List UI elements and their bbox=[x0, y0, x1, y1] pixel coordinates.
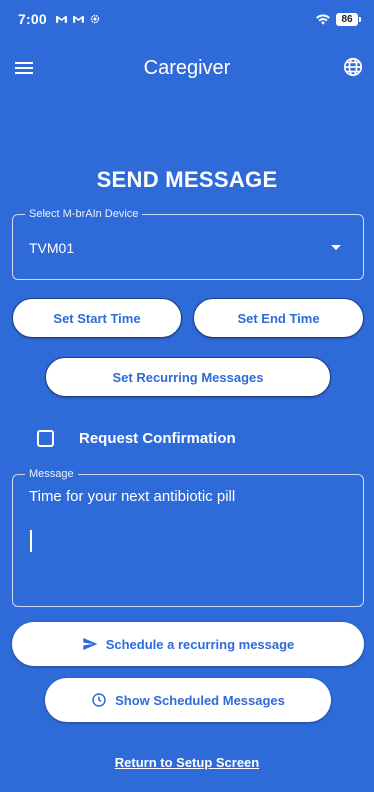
status-bar: 7:00 86 bbox=[0, 0, 374, 38]
status-time: 7:00 bbox=[18, 11, 47, 27]
dropdown-arrow-icon bbox=[331, 245, 341, 250]
gmail-icon bbox=[72, 13, 85, 26]
device-select-label: Select M-brAIn Device bbox=[25, 208, 143, 220]
battery-indicator: 86 bbox=[336, 12, 361, 26]
globe-icon[interactable] bbox=[342, 56, 366, 80]
hamburger-menu-icon[interactable] bbox=[12, 56, 36, 80]
gmail-icon bbox=[55, 13, 68, 26]
return-to-setup-link[interactable]: Return to Setup Screen bbox=[115, 755, 259, 770]
show-scheduled-messages-button[interactable]: Show Scheduled Messages bbox=[45, 678, 331, 722]
page-heading: SEND MESSAGE bbox=[96, 167, 278, 192]
schedule-recurring-message-button[interactable]: Schedule a recurring message bbox=[12, 622, 364, 666]
notification-icons bbox=[55, 13, 102, 26]
device-select-value: TVM01 bbox=[29, 240, 75, 256]
request-confirmation-row: Request Confirmation bbox=[37, 430, 236, 447]
show-scheduled-button-label: Show Scheduled Messages bbox=[115, 692, 285, 708]
message-text: Time for your next antibiotic pill bbox=[29, 488, 236, 505]
settings-gear-icon bbox=[89, 13, 102, 26]
message-textarea[interactable]: Message Time for your next antibiotic pi… bbox=[12, 468, 364, 607]
send-icon bbox=[82, 636, 98, 652]
set-recurring-messages-button[interactable]: Set Recurring Messages bbox=[45, 357, 331, 397]
clock-icon bbox=[91, 692, 107, 708]
app-title: Caregiver bbox=[143, 56, 231, 79]
system-icons: 86 bbox=[315, 12, 361, 26]
device-select-dropdown[interactable]: Select M-brAIn Device TVM01 bbox=[12, 208, 364, 280]
request-confirmation-checkbox[interactable] bbox=[37, 430, 54, 447]
wifi-icon bbox=[315, 13, 331, 26]
set-start-time-button[interactable]: Set Start Time bbox=[12, 298, 182, 338]
text-cursor bbox=[30, 530, 32, 552]
message-label: Message bbox=[25, 468, 78, 480]
request-confirmation-label: Request Confirmation bbox=[79, 430, 236, 447]
return-to-setup-link-row: Return to Setup Screen bbox=[0, 755, 374, 770]
schedule-button-label: Schedule a recurring message bbox=[105, 636, 295, 652]
app-bar: Caregiver bbox=[0, 44, 374, 92]
set-end-time-button[interactable]: Set End Time bbox=[193, 298, 364, 338]
